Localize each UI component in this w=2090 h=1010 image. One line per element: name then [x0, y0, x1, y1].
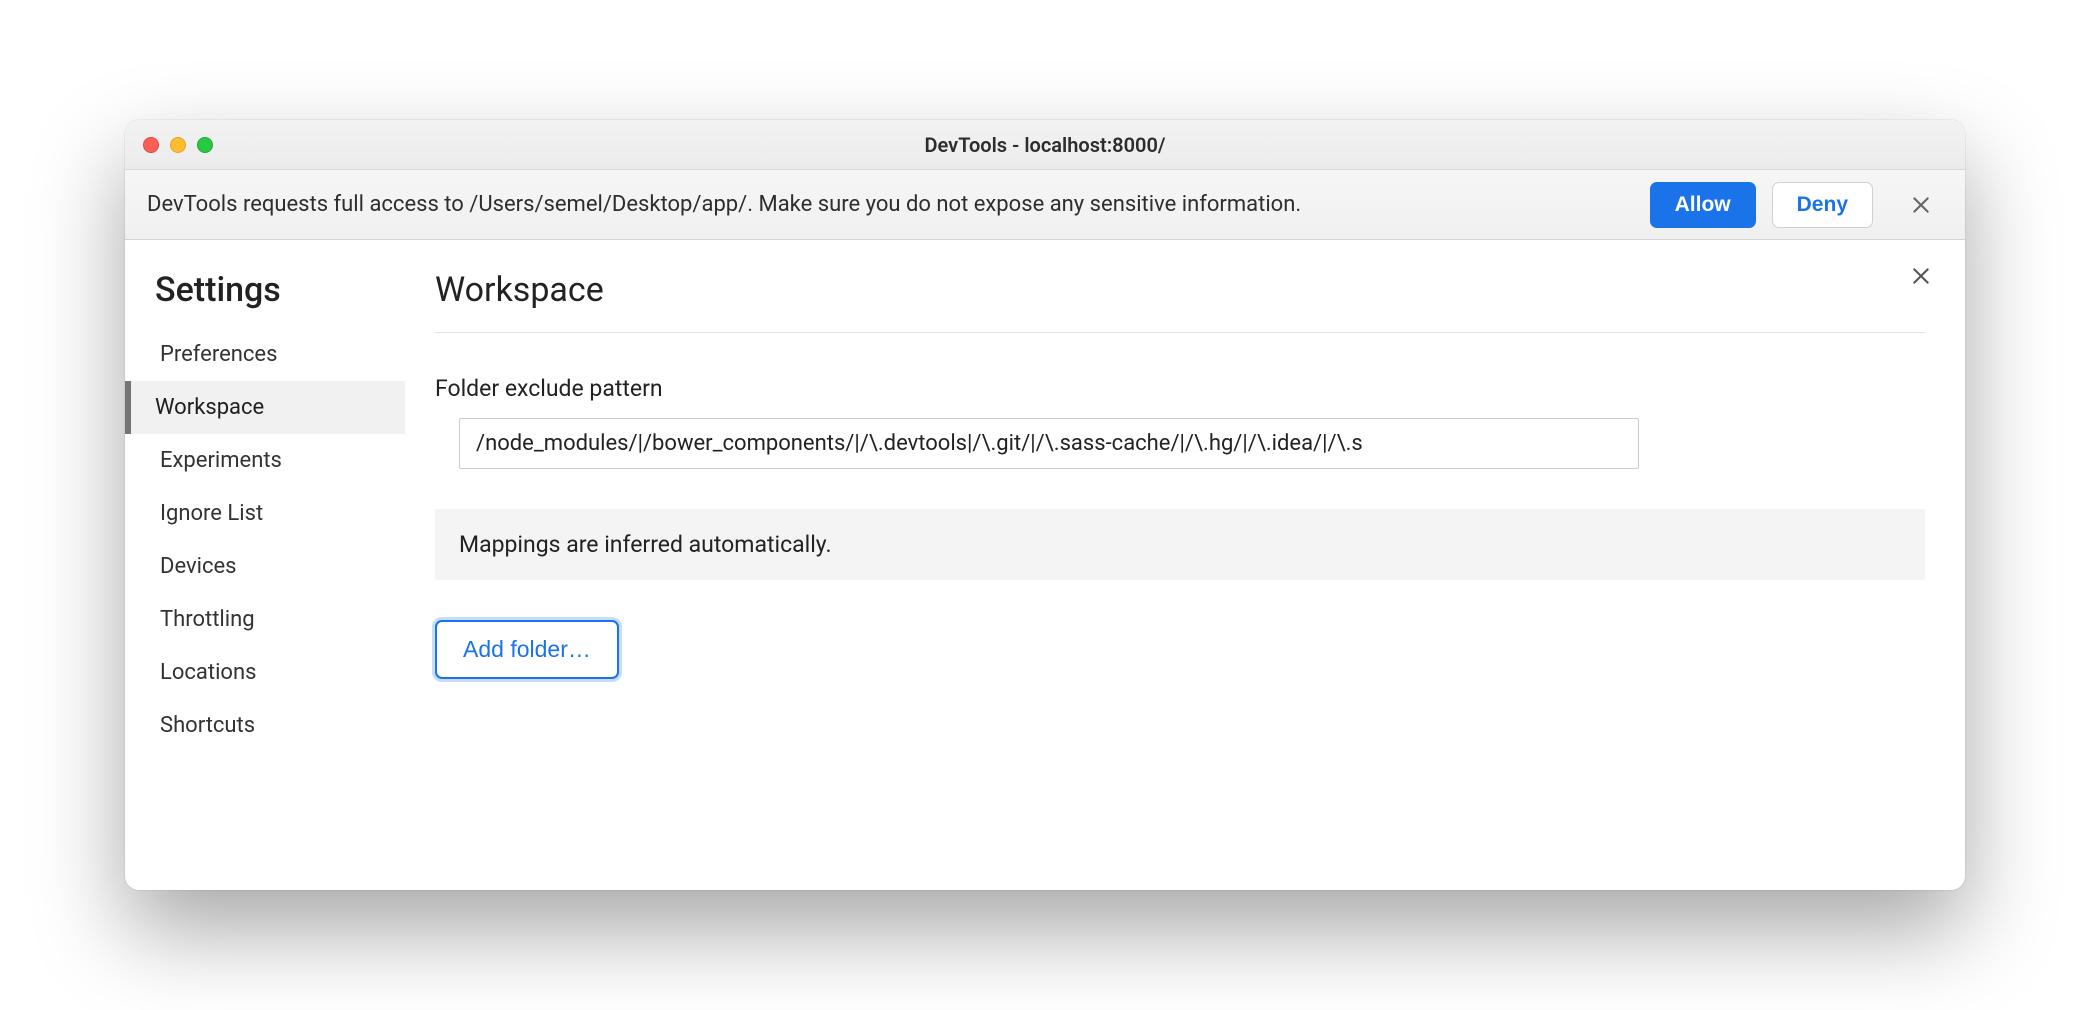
- permission-message: DevTools requests full access to /Users/…: [147, 192, 1634, 217]
- permission-infobar: DevTools requests full access to /Users/…: [125, 170, 1965, 240]
- settings-panel: Settings Preferences Workspace Experimen…: [125, 240, 1965, 890]
- add-folder-button[interactable]: Add folder…: [435, 620, 619, 679]
- exclude-pattern-input[interactable]: [459, 418, 1639, 469]
- allow-button[interactable]: Allow: [1650, 182, 1756, 228]
- settings-main: Workspace Folder exclude pattern Mapping…: [405, 240, 1965, 890]
- sidebar-item-devices[interactable]: Devices: [125, 540, 405, 593]
- close-icon: [1911, 195, 1931, 215]
- page-title: Workspace: [435, 270, 1925, 333]
- sidebar-item-locations[interactable]: Locations: [125, 646, 405, 699]
- close-settings-button[interactable]: [1903, 258, 1939, 294]
- window-title: DevTools - localhost:8000/: [125, 133, 1965, 157]
- titlebar: DevTools - localhost:8000/: [125, 120, 1965, 170]
- sidebar-item-experiments[interactable]: Experiments: [125, 434, 405, 487]
- sidebar-item-ignore-list[interactable]: Ignore List: [125, 487, 405, 540]
- sidebar-item-preferences[interactable]: Preferences: [125, 328, 405, 381]
- exclude-pattern-label: Folder exclude pattern: [435, 375, 1925, 402]
- sidebar-item-shortcuts[interactable]: Shortcuts: [125, 699, 405, 752]
- settings-heading: Settings: [125, 270, 405, 328]
- sidebar-item-workspace[interactable]: Workspace: [125, 381, 405, 434]
- mappings-note: Mappings are inferred automatically.: [435, 509, 1925, 580]
- sidebar-item-throttling[interactable]: Throttling: [125, 593, 405, 646]
- close-icon: [1911, 266, 1931, 286]
- devtools-window: DevTools - localhost:8000/ DevTools requ…: [125, 120, 1965, 890]
- dismiss-infobar-button[interactable]: [1899, 183, 1943, 227]
- deny-button[interactable]: Deny: [1772, 182, 1873, 228]
- settings-sidebar: Settings Preferences Workspace Experimen…: [125, 240, 405, 890]
